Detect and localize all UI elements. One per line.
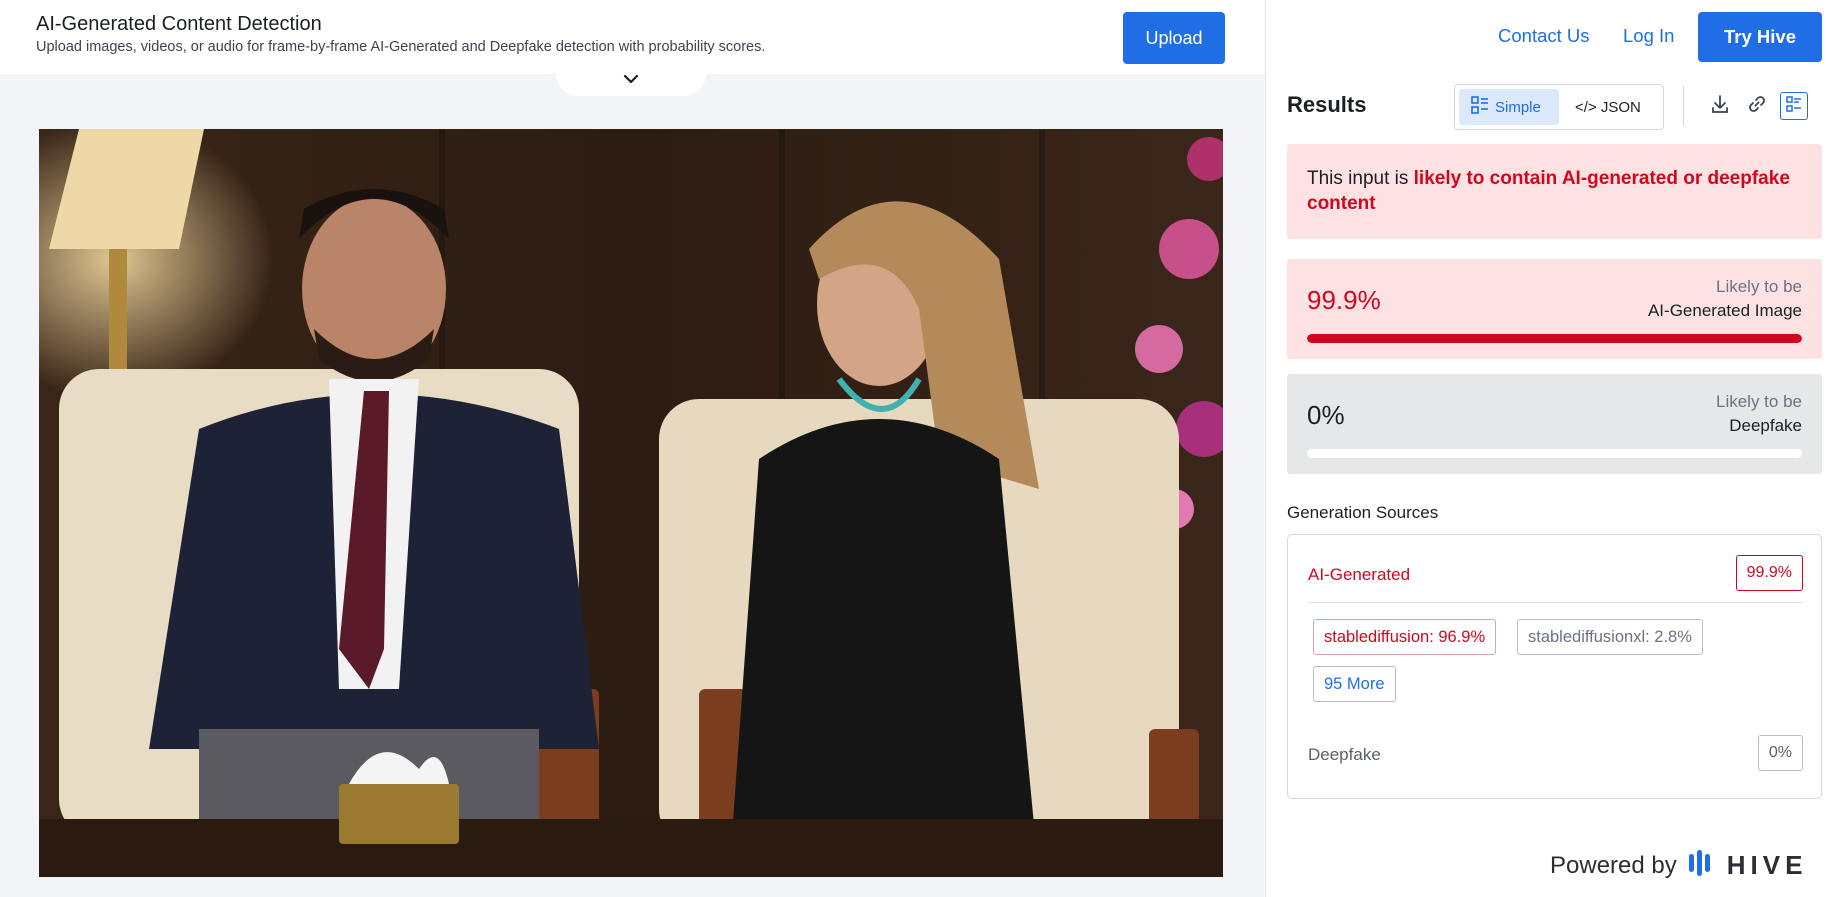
- hive-logo-icon: [1687, 848, 1717, 883]
- powered-by-footer: Powered by HIVE: [1550, 848, 1807, 883]
- tab-json[interactable]: </> JSON: [1563, 89, 1659, 125]
- list-view-button[interactable]: [1780, 92, 1808, 120]
- source-chip-stablediffusionxl[interactable]: stablediffusionxl: 2.8%: [1517, 619, 1703, 655]
- ai-generated-score-card: 99.9% Likely to be AI-Generated Image: [1287, 259, 1822, 359]
- deepfake-score-card: 0% Likely to be Deepfake: [1287, 374, 1822, 474]
- results-pane: Contact Us Log In Try Hive Results Simpl…: [1265, 0, 1833, 897]
- uploaded-image: [39, 129, 1223, 877]
- contact-us-link[interactable]: Contact Us: [1498, 25, 1590, 47]
- deepfake-source-badge: 0%: [1757, 735, 1803, 771]
- collapse-header-toggle[interactable]: [556, 66, 706, 96]
- deepfake-label-bottom: Deepfake: [1729, 416, 1802, 435]
- source-chip-stablediffusion[interactable]: stablediffusion: 96.9%: [1313, 619, 1497, 655]
- deepfake-progress-bar: [1307, 449, 1802, 458]
- results-heading: Results: [1287, 92, 1367, 117]
- powered-by-text: Powered by: [1550, 851, 1677, 879]
- upload-button[interactable]: Upload: [1123, 12, 1225, 64]
- ai-generated-source-label: AI-Generated: [1308, 565, 1411, 584]
- ai-generated-progress-fill: [1307, 334, 1802, 343]
- ai-generated-score: 99.9%: [1307, 285, 1381, 315]
- log-in-link[interactable]: Log In: [1623, 25, 1674, 47]
- ai-generated-source-badge: 99.9%: [1735, 555, 1803, 591]
- ai-generated-label-top: Likely to be: [1716, 277, 1802, 296]
- deepfake-score: 0%: [1307, 400, 1345, 430]
- tab-simple-label: Simple: [1495, 98, 1541, 116]
- link-icon: [1747, 94, 1767, 119]
- page-subtitle: Upload images, videos, or audio for fram…: [36, 39, 766, 55]
- detection-header: AI-Generated Content Detection Upload im…: [0, 0, 1265, 74]
- simple-view-icon: [1471, 96, 1489, 118]
- app-root: AI-Generated Content Detection Upload im…: [0, 0, 1833, 897]
- list-view-icon: [1785, 95, 1803, 118]
- toolbar-divider: [1683, 86, 1684, 126]
- tab-json-label: </> JSON: [1575, 98, 1641, 116]
- generation-sources-panel: AI-Generated 99.9% stablediffusion: 96.9…: [1287, 534, 1822, 799]
- media-pane: AI-Generated Content Detection Upload im…: [0, 0, 1265, 897]
- hive-brand-text: HIVE: [1726, 850, 1808, 880]
- generation-divider: [1308, 602, 1803, 603]
- deepfake-source-label: Deepfake: [1308, 745, 1381, 764]
- page-title: AI-Generated Content Detection: [36, 13, 322, 35]
- share-link-button[interactable]: [1743, 92, 1771, 120]
- download-button[interactable]: [1706, 92, 1734, 120]
- chevron-down-icon: [622, 72, 640, 90]
- ai-generated-label-bottom: AI-Generated Image: [1647, 301, 1802, 320]
- generation-sources-heading: Generation Sources: [1287, 503, 1439, 522]
- view-toggle: Simple </> JSON: [1454, 84, 1664, 130]
- verdict-banner: This input is likely to contain AI-gener…: [1287, 144, 1822, 239]
- more-sources-button[interactable]: 95 More: [1313, 666, 1396, 702]
- verdict-prefix: This input is: [1307, 168, 1414, 189]
- tab-simple[interactable]: Simple: [1459, 89, 1559, 125]
- download-icon: [1710, 94, 1730, 119]
- deepfake-label-top: Likely to be: [1716, 392, 1802, 411]
- try-hive-button[interactable]: Try Hive: [1698, 12, 1822, 62]
- ai-generated-progress-bar: [1307, 334, 1802, 343]
